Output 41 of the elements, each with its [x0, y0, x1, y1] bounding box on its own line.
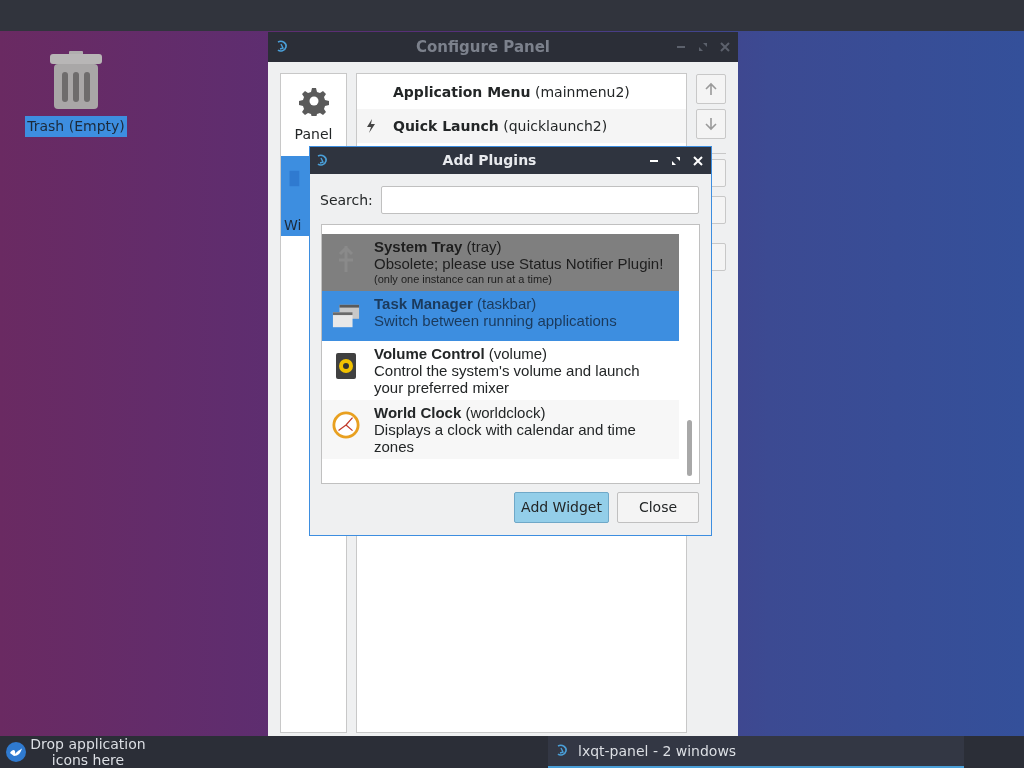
widget-name: Application Menu (mainmenu2)	[393, 82, 630, 102]
plugin-description: Obsolete; please use Status Notifier Plugin!	[374, 255, 665, 272]
move-down-button[interactable]	[696, 109, 726, 139]
dialog-title: Add Plugins	[441, 151, 538, 170]
up-arrow-icon	[704, 82, 718, 96]
maximize-icon[interactable]	[671, 155, 681, 166]
dialog-button[interactable]: Close	[617, 492, 699, 523]
bird-icon[interactable]	[6, 742, 26, 762]
task-button[interactable]: lxqt-panel - 2 windows	[548, 736, 964, 768]
lxqt-icon	[314, 152, 330, 169]
drop-hint: Drop application icons here	[29, 736, 147, 768]
window-title: Configure Panel	[415, 36, 551, 58]
task-label: lxqt-panel - 2 windows	[578, 741, 737, 761]
plugin-title: Task Manager (taskbar)	[374, 295, 538, 312]
down-arrow-icon	[704, 117, 718, 131]
lightning-icon	[366, 119, 376, 133]
desktop-icon-label[interactable]: Trash (Empty)	[25, 116, 127, 137]
trash-icon[interactable]	[49, 50, 103, 110]
plugin-description: Switch between running applications	[374, 312, 618, 329]
sidebar-label: Wi	[284, 216, 302, 235]
widget-row[interactable]: Quick Launch (quicklaunch2)	[357, 109, 686, 143]
plugin-note: (only one instance can run at a time)	[374, 272, 553, 287]
search-label: Search:	[320, 190, 373, 210]
plugin-description: Control the system's volume and launch your preferred mixer	[374, 362, 641, 396]
clock-icon	[332, 410, 360, 440]
lxqt-icon	[274, 39, 290, 55]
plugin-row[interactable]: World Clock (worldclock) Displays a clock with calendar and time zones	[322, 400, 679, 459]
plugin-description: Displays a clock with calendar and time zones	[374, 421, 637, 455]
plugin-title: World Clock (worldclock)	[374, 404, 547, 421]
gear-icon	[298, 86, 329, 116]
widget-name: Quick Launch (quicklaunch2)	[393, 116, 608, 136]
speaker-icon	[335, 352, 357, 380]
app-icon	[554, 743, 570, 759]
dialog-button[interactable]: Add Widget	[514, 492, 609, 523]
move-up-button[interactable]	[696, 74, 726, 104]
sidebar-item[interactable]: Panel	[281, 74, 346, 154]
plugin-title: Volume Control (volume)	[374, 345, 549, 362]
plugin-title: System Tray (tray)	[374, 238, 503, 255]
windows-icon	[332, 303, 360, 329]
sidebar-label: Panel	[294, 125, 333, 144]
search-field[interactable]	[380, 186, 699, 214]
